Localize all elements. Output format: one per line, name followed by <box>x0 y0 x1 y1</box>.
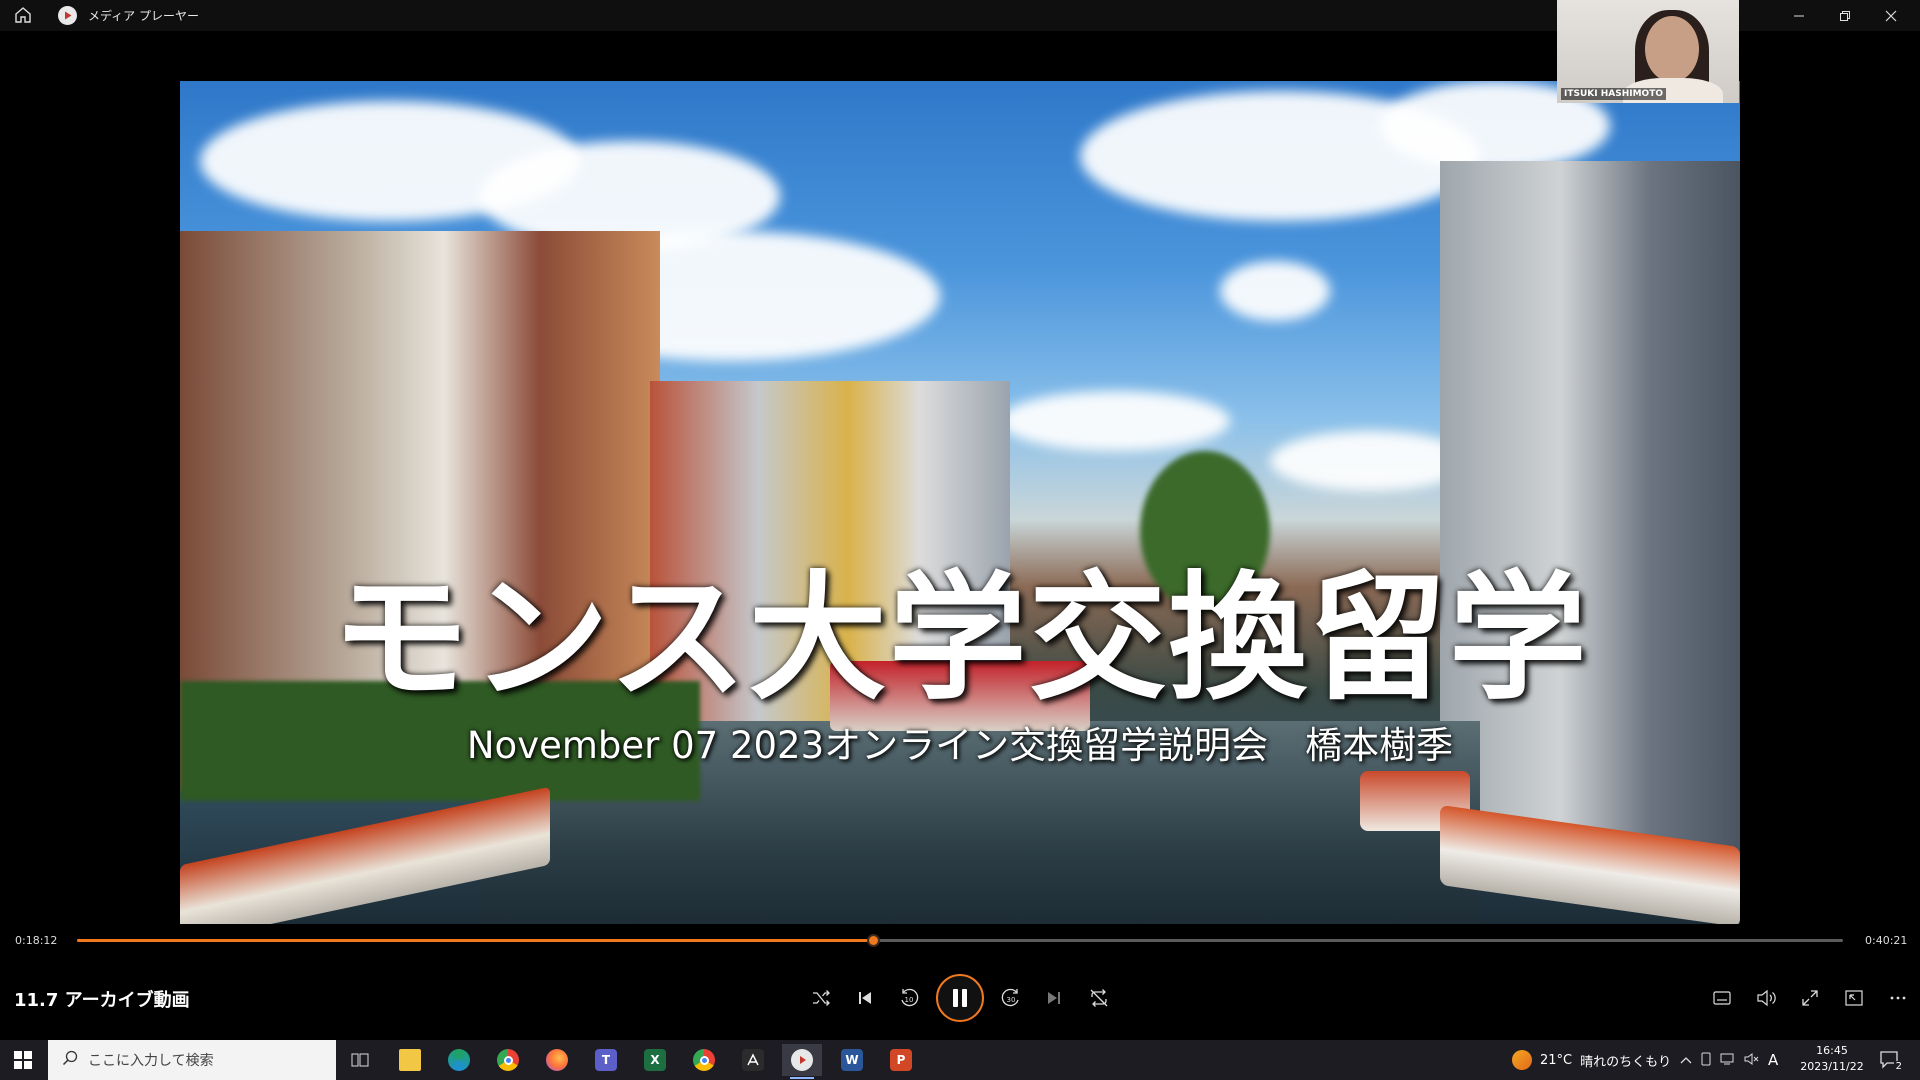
task-view-icon <box>351 1053 369 1067</box>
weather-temp: 21°C <box>1540 1052 1573 1068</box>
windows-logo-icon <box>14 1051 32 1069</box>
clock-date: 2023/11/22 <box>1800 1060 1864 1073</box>
slide-subtitle: November 07 2023オンライン交換留学説明会 橋本樹季 <box>466 724 1454 767</box>
skip-back-10-icon: 10 <box>901 988 919 1007</box>
taskbar-app-chrome-2[interactable] <box>684 1044 724 1076</box>
system-tray: A <box>1680 1040 1778 1080</box>
chrome-icon <box>497 1049 519 1071</box>
slide-title: モンス大学交換留学 <box>331 558 1589 719</box>
repeat-off-icon <box>1090 989 1108 1007</box>
taskbar-app-acrobat[interactable] <box>733 1044 773 1076</box>
media-player-app-icon <box>58 6 77 25</box>
seek-track[interactable] <box>77 934 1843 947</box>
pause-icon <box>953 989 967 1007</box>
seek-thumb[interactable] <box>867 934 881 947</box>
seek-bar[interactable]: 0:18:12 0:40:21 <box>0 926 1920 956</box>
taskbar-app-chrome[interactable] <box>488 1044 528 1076</box>
device-icon[interactable] <box>1700 1052 1712 1069</box>
acrobat-icon <box>742 1049 764 1071</box>
taskbar-app-teams[interactable]: T <box>586 1044 626 1076</box>
taskbar-app-firefox[interactable] <box>537 1044 577 1076</box>
media-player-icon <box>791 1049 813 1071</box>
skip-forward-30-icon: 30 <box>1001 988 1019 1007</box>
home-icon[interactable] <box>14 6 32 24</box>
taskbar-app-media-player[interactable] <box>782 1044 822 1079</box>
notification-button[interactable]: 2 <box>1878 1048 1904 1072</box>
captions-button[interactable] <box>1702 978 1742 1018</box>
shuffle-button[interactable] <box>801 978 841 1018</box>
excel-icon: X <box>644 1049 666 1071</box>
task-view-button[interactable] <box>340 1044 380 1076</box>
file-explorer-icon <box>399 1049 421 1071</box>
weather-widget[interactable]: 21°C 晴れのちくもり <box>1512 1040 1671 1080</box>
clock[interactable]: 16:45 2023/11/22 <box>1796 1043 1868 1075</box>
more-options-button[interactable] <box>1878 978 1918 1018</box>
taskbar-app-file-explorer[interactable] <box>390 1044 430 1076</box>
skip-forward-button[interactable]: 30 <box>991 978 1031 1018</box>
notification-count: 2 <box>1893 1061 1904 1072</box>
start-button[interactable] <box>0 1040 46 1080</box>
next-icon <box>1048 992 1060 1004</box>
cloud <box>1220 261 1330 321</box>
volume-icon <box>1757 989 1776 1007</box>
minimize-button[interactable] <box>1776 0 1822 31</box>
clock-time: 16:45 <box>1816 1044 1848 1057</box>
miniplayer-icon <box>1845 990 1863 1006</box>
search-placeholder: ここに入力して検索 <box>88 1053 214 1069</box>
weather-icon <box>1512 1050 1532 1070</box>
person-face <box>1645 16 1699 82</box>
captions-icon <box>1713 991 1731 1005</box>
ime-indicator[interactable]: A <box>1768 1051 1778 1069</box>
edge-icon <box>448 1049 470 1071</box>
network-icon[interactable] <box>1720 1052 1736 1069</box>
webcam-thumbnail: ITSUKI HASHIMOTO <box>1557 0 1739 103</box>
taskbar-app-excel[interactable]: X <box>635 1044 675 1076</box>
control-bar: 11.7 アーカイブ動画 10 30 <box>0 956 1920 1040</box>
close-button[interactable] <box>1868 0 1914 31</box>
taskbar: ここに入力して検索 T X W P 21°C 晴れのちくもり A 16:45 2… <box>0 1040 1920 1080</box>
cloud <box>1000 391 1230 451</box>
search-icon <box>62 1050 78 1070</box>
powerpoint-icon: P <box>890 1049 912 1071</box>
repeat-button[interactable] <box>1079 978 1119 1018</box>
taskbar-app-edge[interactable] <box>439 1044 479 1076</box>
fullscreen-button[interactable] <box>1790 978 1830 1018</box>
volume-muted-icon[interactable] <box>1744 1052 1760 1069</box>
weather-text: 晴れのちくもり <box>1580 1054 1672 1070</box>
video-title: 11.7 アーカイブ動画 <box>14 990 190 1011</box>
skip-forward-label: 30 <box>1007 996 1016 1004</box>
video-frame[interactable]: モンス大学交換留学 November 07 2023オンライン交換留学説明会 橋… <box>180 81 1740 924</box>
taskbar-app-word[interactable]: W <box>832 1044 872 1076</box>
skip-back-button[interactable]: 10 <box>889 978 929 1018</box>
next-button[interactable] <box>1034 978 1074 1018</box>
previous-icon <box>859 992 871 1004</box>
webcam-name-label: ITSUKI HASHIMOTO <box>1561 88 1666 100</box>
total-time: 0:40:21 <box>1865 934 1908 947</box>
miniplayer-button[interactable] <box>1834 978 1874 1018</box>
taskbar-search[interactable]: ここに入力して検索 <box>48 1040 336 1080</box>
word-icon: W <box>841 1049 863 1071</box>
more-icon <box>1890 996 1906 1000</box>
volume-button[interactable] <box>1746 978 1786 1018</box>
previous-button[interactable] <box>845 978 885 1018</box>
window-title: メディア プレーヤー <box>88 9 199 23</box>
chrome-icon <box>693 1049 715 1071</box>
restore-button[interactable] <box>1822 0 1868 31</box>
skip-back-label: 10 <box>905 996 914 1004</box>
firefox-icon <box>546 1049 568 1071</box>
seek-fill <box>77 939 874 942</box>
taskbar-app-powerpoint[interactable]: P <box>881 1044 921 1076</box>
current-time: 0:18:12 <box>15 934 58 947</box>
fullscreen-icon <box>1802 990 1818 1006</box>
teams-icon: T <box>595 1049 617 1071</box>
pause-button[interactable] <box>936 974 984 1022</box>
chevron-up-icon[interactable] <box>1680 1053 1692 1067</box>
shuffle-icon <box>813 990 830 1006</box>
